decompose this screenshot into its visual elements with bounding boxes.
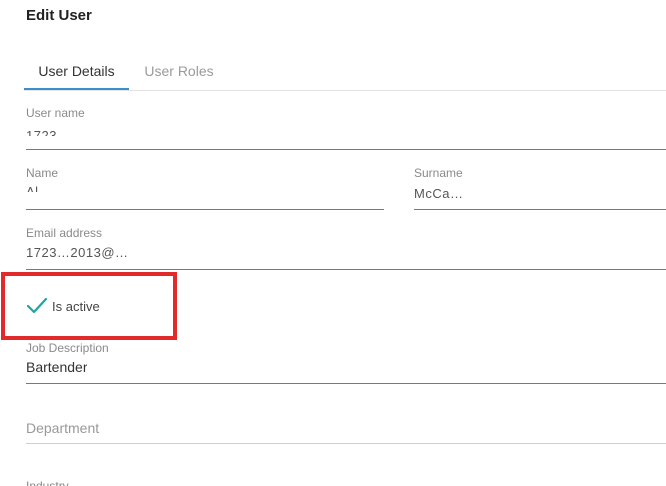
edit-user-page: Edit User User Details User Roles User n… <box>0 0 666 486</box>
tab-user-details[interactable]: User Details <box>24 52 129 90</box>
surname-value[interactable]: McCa… <box>414 184 463 198</box>
job-description-value[interactable]: Bartender <box>26 358 87 376</box>
username-label: User name <box>26 106 85 120</box>
email-field[interactable]: Email address 1723…2013@… <box>26 221 666 270</box>
name-field[interactable]: Name Al… <box>26 160 384 210</box>
tab-user-roles[interactable]: User Roles <box>136 52 222 88</box>
username-field[interactable]: User name 1723… <box>26 100 666 150</box>
job-description-field[interactable]: Job Description Bartender <box>26 336 666 384</box>
email-label: Email address <box>26 226 103 240</box>
job-description-label: Job Description <box>26 341 109 355</box>
next-field-label: Industry <box>26 479 69 486</box>
highlight-box <box>1 272 177 340</box>
page-title: Edit User <box>26 7 92 24</box>
department-placeholder: Department <box>26 420 100 436</box>
email-value[interactable]: 1723…2013@… <box>26 243 129 259</box>
name-value[interactable]: Al… <box>26 182 52 192</box>
name-label: Name <box>26 166 59 180</box>
surname-field[interactable]: Surname McCa… <box>414 160 666 210</box>
surname-label: Surname <box>414 166 463 180</box>
department-field[interactable]: Department <box>26 410 666 444</box>
username-value[interactable]: 1723… <box>26 126 70 136</box>
tab-bar: User Details User Roles <box>24 52 666 91</box>
